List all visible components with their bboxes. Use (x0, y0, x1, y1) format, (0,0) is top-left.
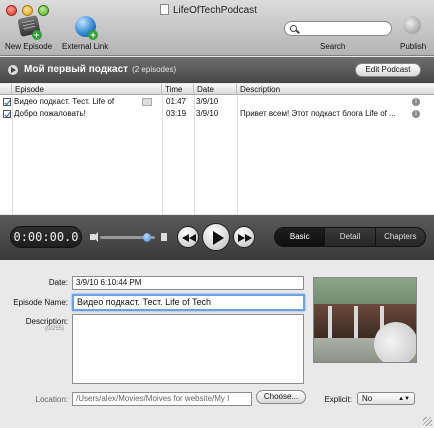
column-divider (194, 95, 195, 214)
explicit-label: Explicit: (324, 395, 352, 404)
tab-detail[interactable]: Detail (325, 228, 376, 246)
column-time[interactable]: Time (162, 84, 194, 95)
episode-title: Добро пожаловать! (14, 109, 86, 118)
fast-forward-button[interactable] (233, 226, 255, 248)
explicit-selected-value: No (362, 394, 373, 403)
play-button[interactable] (202, 223, 230, 251)
zoom-window-button[interactable] (38, 5, 49, 16)
volume-slider-knob[interactable] (143, 233, 151, 242)
fast-forward-icon (238, 234, 252, 242)
date-field[interactable]: 3/9/10 6:10:44 PM (72, 276, 304, 290)
empty-row (0, 168, 434, 180)
info-icon[interactable]: i (412, 110, 420, 118)
chevron-updown-icon: ▲▼ (398, 396, 410, 402)
film-clapper-icon: + (16, 15, 42, 40)
column-divider (237, 95, 238, 214)
external-link-button[interactable]: + External Link (62, 16, 108, 51)
app-window: LifeOfTechPodcast + New Episode + Extern… (0, 0, 434, 428)
close-window-button[interactable] (6, 5, 17, 16)
new-episode-label: New Episode (5, 42, 53, 51)
table-row[interactable]: Добро пожаловать! 03:19 3/9/10 Привет вс… (0, 108, 434, 120)
play-icon (213, 231, 224, 245)
new-episode-button[interactable]: + New Episode (5, 15, 53, 51)
player-bar: 0:00:00.0 Basic Detail Chapters (0, 215, 434, 260)
disclosure-arrow-icon[interactable] (8, 65, 18, 75)
view-segmented-control: Basic Detail Chapters (274, 227, 426, 247)
info-icon[interactable]: i (412, 98, 420, 106)
volume-low-icon (90, 232, 98, 242)
search-icon (290, 25, 297, 32)
column-divider (12, 95, 13, 214)
explicit-select[interactable]: No ▲▼ (357, 392, 415, 405)
publish-button[interactable]: Publish (400, 42, 426, 51)
rewind-icon (182, 234, 196, 242)
column-divider (162, 95, 163, 214)
location-field: /Users/alex/Movies/Moives for website/My… (72, 392, 252, 406)
minimize-window-button[interactable] (22, 5, 33, 16)
episode-name-label: Episode Name: (13, 298, 68, 307)
search-input[interactable] (284, 21, 392, 36)
empty-row (0, 144, 434, 156)
satellite-dish-icon[interactable] (401, 14, 427, 40)
column-date[interactable]: Date (194, 84, 237, 95)
podcast-header: Мой первый подкаст (2 episodes) Edit Podc… (0, 57, 434, 83)
tab-chapters[interactable]: Chapters (376, 228, 425, 246)
episode-checkbox[interactable] (3, 98, 11, 106)
description-label: Description: (25, 317, 68, 326)
volume-slider[interactable] (100, 233, 155, 242)
checkbox-column-header[interactable] (0, 84, 12, 95)
episode-detail-form: Date: 3/9/10 6:10:44 PM Episode Name: Ви… (0, 261, 434, 428)
episode-description (240, 96, 410, 108)
episode-date: 3/9/10 (196, 109, 219, 118)
empty-row (0, 120, 434, 132)
episode-checkbox[interactable] (3, 110, 11, 118)
empty-row (0, 192, 434, 204)
location-label: Location: (35, 395, 68, 404)
resize-grip-icon[interactable] (423, 417, 432, 426)
empty-row (0, 180, 434, 192)
episode-artwork-image[interactable] (313, 277, 417, 363)
episode-description: Привет всем! Этот подкаст блога Life of … (240, 109, 396, 118)
document-icon (160, 4, 169, 15)
episode-title: Видео подкаст. Тест. Life of (14, 97, 115, 106)
edit-podcast-button[interactable]: Edit Podcast (355, 63, 421, 77)
external-link-label: External Link (62, 42, 109, 51)
globe-icon: + (72, 16, 99, 40)
window-title: LifeOfTechPodcast (160, 4, 290, 16)
episode-time: 01:47 (166, 97, 187, 106)
table-header: Episode Time Date Description (0, 84, 434, 95)
search-label: Search (320, 42, 346, 51)
date-label: Date: (48, 278, 68, 287)
description-char-counter: (0/255) (45, 326, 65, 332)
volume-high-icon (161, 233, 167, 241)
empty-row (0, 132, 434, 144)
episode-name-field[interactable]: Видео подкаст. Тест. Life of Tech (72, 294, 305, 311)
description-textarea[interactable] (72, 314, 304, 384)
rewind-button[interactable] (177, 226, 199, 248)
episodes-table: Episode Time Date Description Видео подк… (0, 84, 434, 214)
podcast-title-text: Мой первый подкаст (24, 64, 129, 75)
episode-time: 03:19 (166, 109, 187, 118)
choose-file-button[interactable]: Choose... (256, 390, 306, 404)
episode-date: 3/9/10 (196, 97, 219, 106)
video-badge-icon (142, 98, 152, 106)
empty-row (0, 156, 434, 168)
column-episode[interactable]: Episode (12, 84, 162, 95)
toolbar: LifeOfTechPodcast + New Episode + Extern… (0, 0, 434, 56)
column-description[interactable]: Description (237, 84, 434, 95)
empty-row (0, 204, 434, 214)
playback-time-display: 0:00:00.0 (10, 226, 82, 248)
tab-basic[interactable]: Basic (275, 228, 326, 246)
podcast-title: Мой первый подкаст (2 episodes) (24, 64, 176, 75)
table-row[interactable]: Видео подкаст. Тест. Life of 01:47 3/9/1… (0, 96, 434, 108)
window-title-text: LifeOfTechPodcast (173, 5, 257, 16)
episode-count: (2 episodes) (132, 65, 177, 74)
